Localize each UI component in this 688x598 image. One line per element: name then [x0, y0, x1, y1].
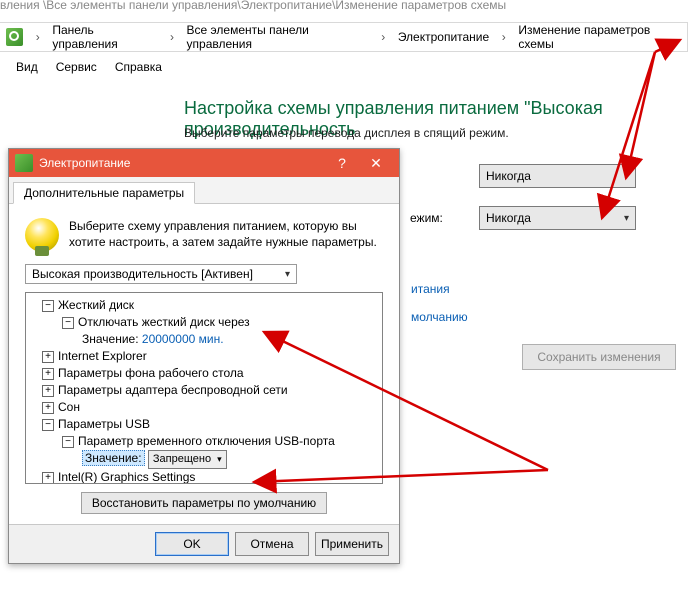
chevron-down-icon: ▾ [624, 213, 629, 224]
menu-help[interactable]: Справка [115, 60, 162, 74]
display-off-select[interactable]: Никогда ▾ [479, 164, 636, 188]
expand-icon[interactable]: + [42, 351, 54, 363]
sleep-label-tail: ежим: [410, 211, 443, 225]
power-options-dialog: Электропитание ? ✕ Дополнительные параме… [8, 148, 400, 564]
chevron-down-icon: ▾ [285, 269, 290, 280]
expand-icon[interactable]: + [42, 368, 54, 380]
dialog-title: Электропитание [39, 156, 130, 170]
control-panel-icon [6, 28, 23, 46]
usb-value-select[interactable]: Запрещено▾ [148, 450, 227, 469]
scheme-select[interactable]: Высокая производительность [Активен] ▾ [25, 264, 297, 284]
breadcrumb-seg[interactable]: Электропитание [392, 30, 495, 44]
tree-item-sleep[interactable]: +Сон [28, 399, 380, 416]
tree-item-wifi[interactable]: +Параметры адаптера беспроводной сети [28, 382, 380, 399]
tab-advanced[interactable]: Дополнительные параметры [13, 182, 195, 204]
tree-item-hdd-off[interactable]: −Отключать жесткий диск через [28, 314, 380, 331]
settings-tree[interactable]: −Жесткий диск −Отключать жесткий диск че… [25, 292, 383, 484]
hdd-value-link[interactable]: 20000000 мин. [142, 332, 224, 346]
menu-view[interactable]: Вид [16, 60, 38, 74]
restore-row: Восстановить параметры по умолчанию [25, 492, 383, 514]
scheme-value: Высокая производительность [Активен] [32, 267, 253, 281]
breadcrumb-seg-current: Изменение параметров схемы [512, 23, 687, 51]
lightbulb-icon [25, 218, 59, 252]
tree-value-usb[interactable]: Значение: Запрещено▾ [28, 450, 380, 469]
chevron-right-icon[interactable]: › [495, 30, 512, 44]
tree-item-intel[interactable]: +Intel(R) Graphics Settings [28, 469, 380, 484]
select-value: Никогда [486, 211, 531, 225]
link-restore-defaults[interactable]: молчанию [411, 310, 468, 324]
chevron-down-icon: ▾ [624, 171, 629, 182]
menu-service[interactable]: Сервис [56, 60, 97, 74]
expand-icon[interactable]: + [42, 385, 54, 397]
close-button[interactable]: ✕ [359, 149, 393, 177]
cancel-button[interactable]: Отмена [235, 532, 309, 556]
chevron-down-icon: ▾ [217, 451, 222, 468]
tree-item-usb[interactable]: −Параметры USB [28, 416, 380, 433]
chevron-right-icon[interactable]: › [375, 30, 392, 44]
power-icon [15, 154, 33, 172]
tree-item-ie[interactable]: +Internet Explorer [28, 348, 380, 365]
usb-value-label: Значение: [82, 450, 145, 466]
apply-button[interactable]: Применить [315, 532, 389, 556]
help-button[interactable]: ? [325, 149, 359, 177]
collapse-icon[interactable]: − [62, 436, 74, 448]
intro-text: Выберите схему управления питанием, кото… [69, 218, 383, 252]
window-title-tail: вления \Все элементы панели управления\Э… [0, 0, 506, 12]
restore-defaults-button[interactable]: Восстановить параметры по умолчанию [81, 492, 327, 514]
save-button: Сохранить изменения [522, 344, 676, 370]
tree-item-hdd[interactable]: −Жесткий диск [28, 297, 380, 314]
expand-icon[interactable]: + [42, 472, 54, 484]
collapse-icon[interactable]: − [62, 317, 74, 329]
ok-button[interactable]: OK [155, 532, 229, 556]
sleep-select[interactable]: Никогда ▾ [479, 206, 636, 230]
collapse-icon[interactable]: − [42, 300, 54, 312]
breadcrumb-seg[interactable]: Панель управления [46, 23, 163, 51]
dialog-buttons: OK Отмена Применить [9, 524, 399, 563]
tree-item-bg[interactable]: +Параметры фона рабочего стола [28, 365, 380, 382]
link-advanced-power[interactable]: итания [411, 282, 468, 296]
chevron-right-icon[interactable]: › [163, 30, 180, 44]
breadcrumb-seg[interactable]: Все элементы панели управления [181, 23, 375, 51]
expand-icon[interactable]: + [42, 402, 54, 414]
link-stack: итания молчанию [411, 282, 468, 324]
tab-row: Дополнительные параметры [9, 177, 399, 204]
tree-item-usb-sub[interactable]: −Параметр временного отключения USB-порт… [28, 433, 380, 450]
select-value: Никогда [486, 169, 531, 183]
tree-value-hdd[interactable]: Значение: 20000000 мин. [28, 331, 380, 348]
menu-bar: Вид Сервис Справка [16, 60, 162, 74]
intro-row: Выберите схему управления питанием, кото… [9, 204, 399, 262]
chevron-right-icon[interactable]: › [29, 30, 46, 44]
collapse-icon[interactable]: − [42, 419, 54, 431]
page-subtitle: Выберите параметры перевода дисплея в сп… [184, 126, 509, 140]
dialog-titlebar[interactable]: Электропитание ? ✕ [9, 149, 399, 177]
breadcrumb: › Панель управления › Все элементы панел… [0, 22, 688, 52]
